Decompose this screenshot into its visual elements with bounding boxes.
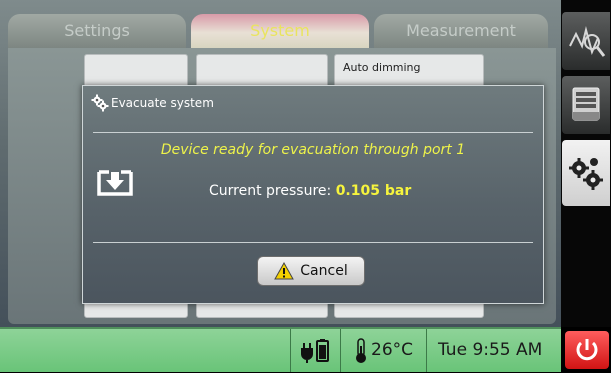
nav-storage-button[interactable] [562,76,610,134]
cancel-button[interactable]: Cancel [257,256,365,286]
cancel-label: Cancel [300,263,348,279]
side-navigation [561,0,611,327]
measurement-icon [569,26,606,57]
evacuate-download-icon [97,170,133,200]
storage-tray-icon [572,87,600,121]
battery-plug-icon [301,339,329,363]
warning-icon [274,262,295,280]
gears-icon [569,158,603,190]
nav-measurement-button[interactable] [562,12,610,70]
divider [93,132,533,133]
pressure-label: Current pressure: [209,183,332,199]
status-bar: 26°C Tue 9:55 AM [0,327,561,372]
datetime-segment: Tue 9:55 AM [426,329,561,372]
dialog-title: Evacuate system [111,96,214,110]
ready-message: Device ready for evacuation through port… [160,142,466,158]
pressure-row: Current pressure: 0.105 bar [209,183,411,199]
temperature-readout: 26°C [371,340,414,360]
tab-measurement[interactable]: Measurement [374,14,548,48]
power-area [561,327,611,372]
evacuate-dialog: Evacuate system Device ready for evacuat… [82,85,544,304]
pressure-value: 0.105 bar [335,183,412,199]
tab-bar: Settings System Measurement [8,14,548,48]
auto-dimming-label: Auto dimming [343,61,421,74]
tab-settings[interactable]: Settings [8,14,186,48]
tab-system[interactable]: System [191,14,369,48]
datetime-readout: Tue 9:55 AM [438,340,543,360]
divider [93,242,533,243]
gears-icon [91,94,109,116]
nav-system-button[interactable] [562,140,610,206]
power-source-segment [290,329,340,372]
temperature-segment: 26°C [340,329,426,372]
power-icon [576,339,598,361]
thermometer-icon [355,338,367,368]
power-button[interactable] [565,331,609,369]
